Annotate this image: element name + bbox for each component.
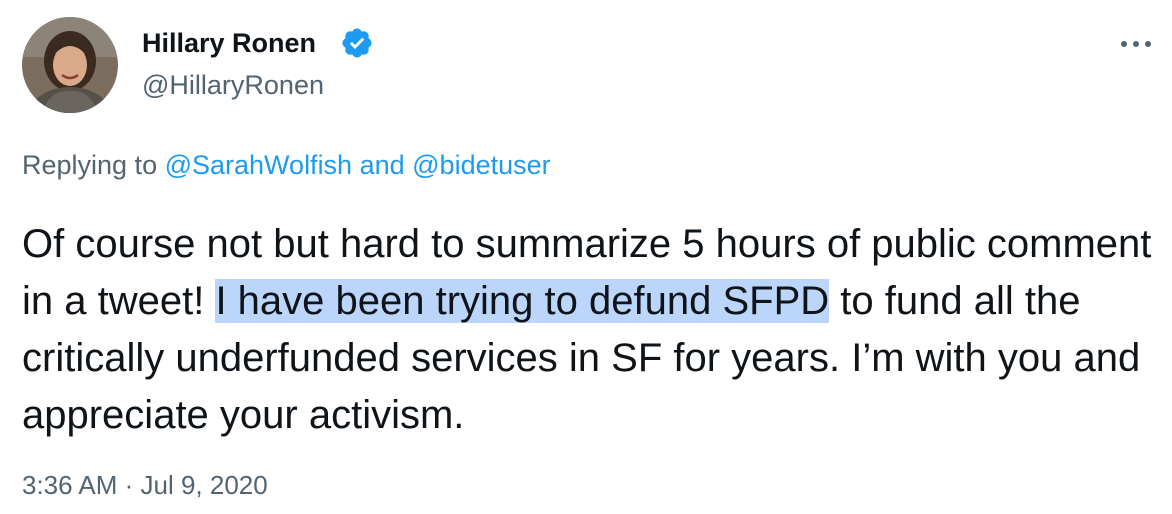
mention-link[interactable]: @bidetuser — [412, 150, 550, 180]
mention-link[interactable]: @SarahWolfish — [165, 150, 352, 180]
timestamp-separator: · — [117, 470, 141, 500]
verified-badge-icon — [342, 28, 372, 58]
more-options-icon[interactable] — [1116, 34, 1156, 54]
tweet-timestamp: 3:36 AM · Jul 9, 2020 — [22, 470, 268, 501]
tweet-text: Of course not but hard to summarize 5 ho… — [22, 216, 1157, 444]
replying-to-label: Replying to — [22, 150, 165, 180]
avatar[interactable] — [22, 17, 118, 113]
selected-text-highlight: I have been trying to defund SFPD — [215, 279, 830, 323]
reply-connector: and — [352, 150, 413, 180]
replying-to-line: Replying to @SarahWolfish and @bidetuser — [22, 150, 551, 181]
author-handle[interactable]: @HillaryRonen — [142, 70, 324, 101]
author-display-name[interactable]: Hillary Ronen — [142, 28, 316, 59]
tweet-date[interactable]: Jul 9, 2020 — [141, 470, 268, 500]
tweet-time[interactable]: 3:36 AM — [22, 470, 117, 500]
